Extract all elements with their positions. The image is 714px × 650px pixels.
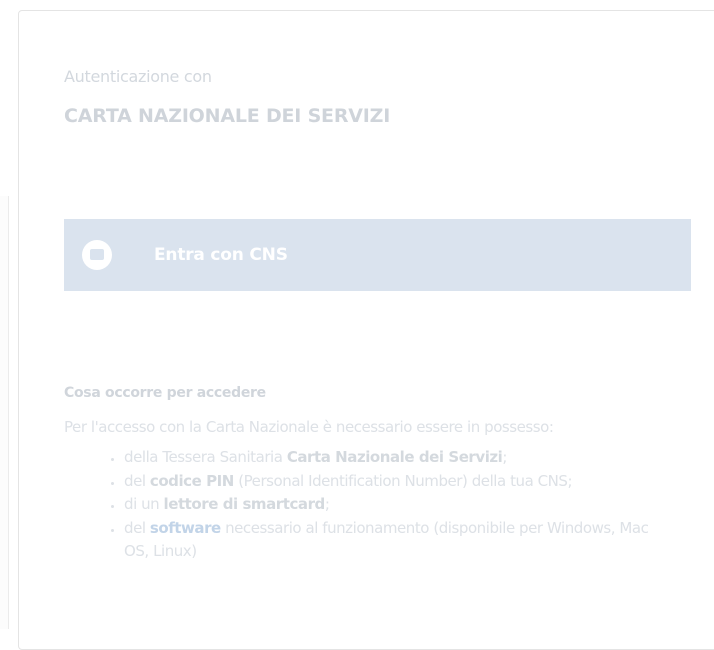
requirements-list: della Tessera Sanitaria Carta Nazionale …	[96, 446, 656, 564]
requirement-item: della Tessera Sanitaria Carta Nazionale …	[124, 446, 656, 470]
requirement-item: di un lettore di smartcard;	[124, 493, 656, 517]
software-link[interactable]: software	[150, 519, 221, 537]
smartcard-icon	[82, 240, 112, 270]
requirement-strong: lettore di smartcard	[163, 495, 326, 513]
auth-method-prefix: Autenticazione con	[64, 67, 212, 86]
requirement-item: del codice PIN (Personal Identification …	[124, 470, 656, 494]
requirements-intro: Per l'accesso con la Carta Nazionale è n…	[64, 418, 554, 436]
card-chip-shape	[90, 249, 104, 260]
left-panel-edge	[0, 196, 9, 629]
requirement-item: del software necessario al funzionamento…	[124, 517, 656, 564]
login-cns-button-label[interactable]: Entra con CNS	[154, 245, 288, 265]
requirement-strong: codice PIN	[149, 471, 234, 490]
auth-method-title: CARTA NAZIONALE DEI SERVIZI	[64, 105, 391, 127]
requirement-strong: Carta Nazionale dei Servizi	[286, 448, 503, 466]
requirements-heading: Cosa occorre per accedere	[64, 385, 266, 401]
